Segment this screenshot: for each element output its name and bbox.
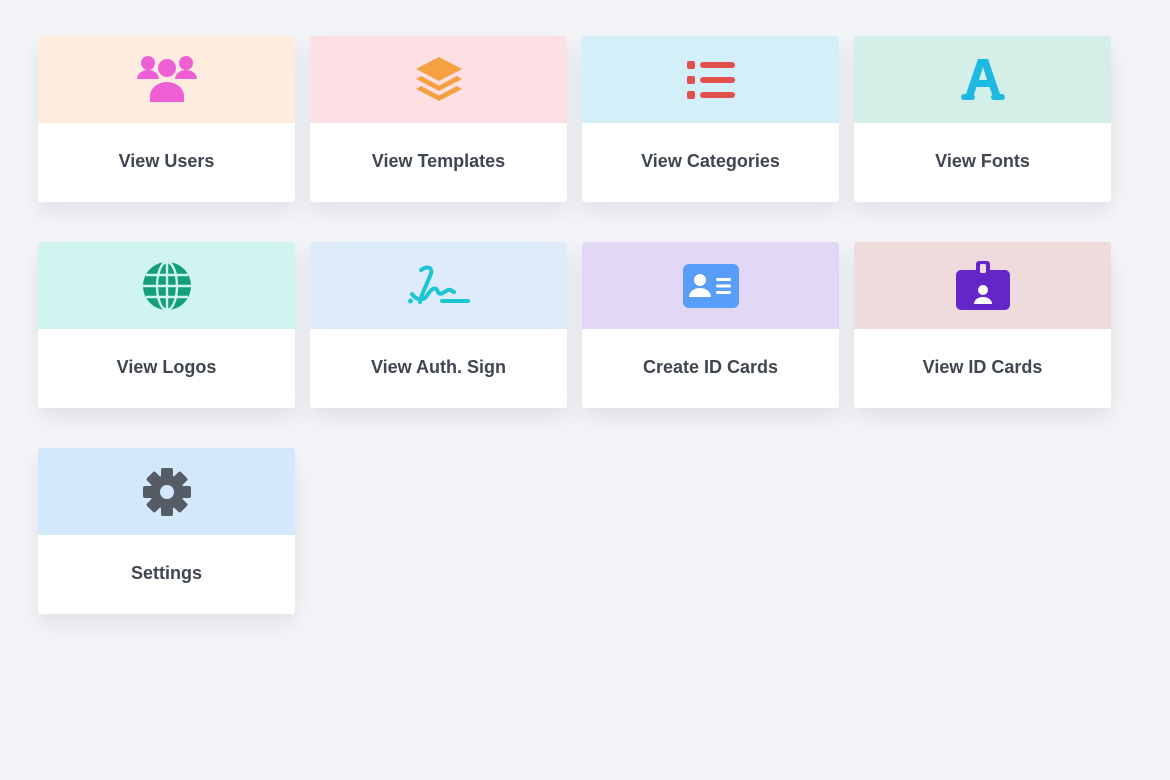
card-icon-area — [582, 36, 839, 123]
card-icon-area — [310, 242, 567, 329]
card-icon-area — [310, 36, 567, 123]
layers-icon — [415, 56, 462, 101]
card-label: Create ID Cards — [642, 357, 779, 377]
card-icon-area — [854, 36, 1111, 123]
card-label: View ID Cards — [922, 357, 1043, 377]
view-logos-card[interactable]: View Logos — [38, 242, 295, 408]
card-label: View Logos — [116, 357, 217, 377]
font-icon — [960, 58, 1005, 100]
card-label: View Users — [118, 151, 215, 171]
gear-icon — [142, 467, 191, 516]
view-categories-card[interactable]: View Categories — [582, 36, 839, 202]
create-id-cards-card[interactable]: Create ID Cards — [582, 242, 839, 408]
card-icon-area — [38, 36, 295, 123]
dashboard-grid: View Users View Templates View Categorie… — [38, 36, 1111, 614]
settings-card[interactable]: Settings — [38, 448, 295, 614]
globe-icon — [142, 260, 191, 311]
users-icon — [136, 55, 197, 102]
view-auth-sign-card[interactable]: View Auth. Sign — [310, 242, 567, 408]
card-label: View Templates — [371, 151, 506, 171]
view-users-card[interactable]: View Users — [38, 36, 295, 202]
card-icon-area — [38, 242, 295, 329]
card-label: View Fonts — [935, 151, 1030, 171]
card-label: Settings — [130, 563, 202, 583]
list-icon — [686, 60, 735, 99]
view-templates-card[interactable]: View Templates — [310, 36, 567, 202]
card-label: View Auth. Sign — [370, 357, 506, 377]
card-icon-area — [582, 242, 839, 329]
id-badge-icon — [955, 260, 1010, 310]
id-card-icon — [682, 263, 739, 308]
card-icon-area — [38, 448, 295, 535]
card-label: View Categories — [641, 151, 780, 171]
view-fonts-card[interactable]: View Fonts — [854, 36, 1111, 202]
card-icon-area — [854, 242, 1111, 329]
signature-icon — [407, 265, 470, 304]
view-id-cards-card[interactable]: View ID Cards — [854, 242, 1111, 408]
